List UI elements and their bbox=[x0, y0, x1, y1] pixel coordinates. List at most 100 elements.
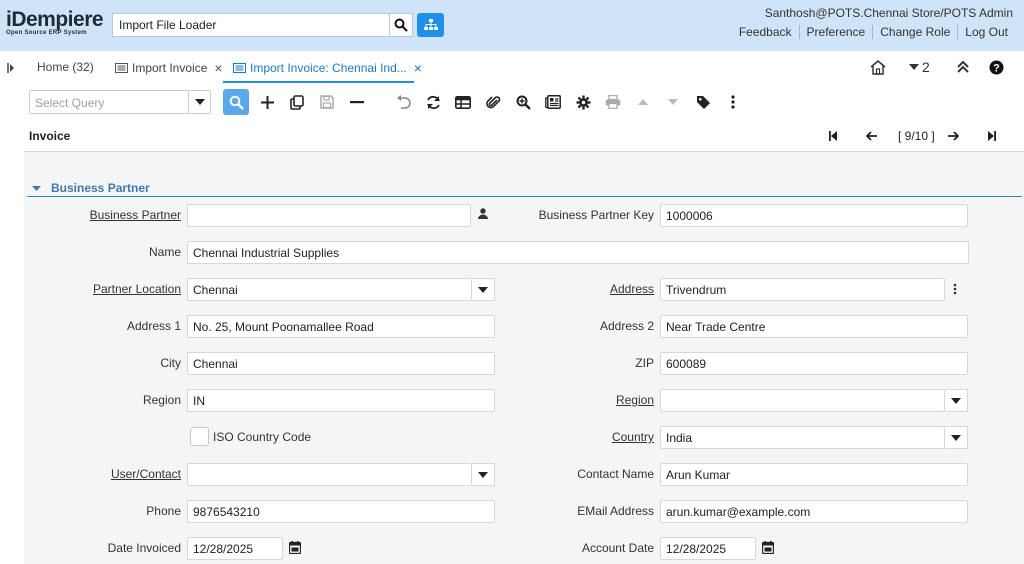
search-button[interactable] bbox=[389, 13, 413, 37]
home-button[interactable] bbox=[870, 60, 886, 78]
zip-label: ZIP bbox=[635, 356, 654, 370]
delete-record-button[interactable] bbox=[344, 89, 370, 115]
undo-icon bbox=[396, 95, 411, 109]
partner-location-dropdown[interactable] bbox=[472, 278, 495, 301]
date-invoiced-field[interactable]: 12/28/2025 bbox=[187, 537, 283, 560]
logo-text: iDempiere bbox=[6, 8, 104, 31]
print-button[interactable] bbox=[600, 89, 626, 115]
open-windows-dropdown[interactable]: 2 bbox=[909, 59, 930, 75]
plus-icon bbox=[260, 95, 274, 109]
close-icon[interactable]: × bbox=[214, 60, 222, 76]
caret-down-icon bbox=[951, 397, 961, 404]
name-field[interactable]: Chennai Industrial Supplies bbox=[187, 241, 969, 264]
home-icon bbox=[870, 60, 886, 75]
iso-country-code-checkbox[interactable] bbox=[190, 427, 209, 446]
phone-label: Phone bbox=[146, 504, 181, 518]
close-icon[interactable]: × bbox=[414, 60, 422, 76]
detail-record-button[interactable] bbox=[660, 89, 686, 115]
user-contact-field[interactable] bbox=[187, 463, 472, 486]
address-more-button[interactable] bbox=[953, 283, 957, 295]
global-search-input[interactable]: Import File Loader bbox=[112, 13, 390, 37]
window-icon bbox=[115, 63, 128, 73]
refresh-button[interactable] bbox=[420, 89, 446, 115]
calendar-icon bbox=[762, 541, 774, 554]
preference-link[interactable]: Preference bbox=[798, 25, 873, 39]
caret-up-icon bbox=[638, 99, 648, 105]
group-title: Business Partner bbox=[51, 181, 150, 195]
region-field[interactable] bbox=[660, 389, 945, 412]
search-icon bbox=[229, 95, 244, 110]
select-query-dropdown[interactable]: Select Query bbox=[29, 90, 211, 114]
account-date-label: Account Date bbox=[581, 541, 654, 555]
partner-location-field[interactable]: Chennai bbox=[187, 278, 472, 301]
email-label: EMail Address bbox=[577, 504, 654, 518]
first-record-button[interactable] bbox=[829, 130, 837, 144]
change-role-link[interactable]: Change Role bbox=[872, 25, 957, 39]
tab-import-invoice-record[interactable]: Import Invoice: Chennai Ind... × bbox=[233, 60, 422, 76]
date-invoiced-picker-button[interactable] bbox=[289, 541, 301, 554]
app-logo[interactable]: iDempiere Open Source ERP System bbox=[6, 8, 104, 37]
account-date-field[interactable]: 12/28/2025 bbox=[660, 537, 756, 560]
country-label[interactable]: Country bbox=[612, 430, 654, 444]
last-record-button[interactable] bbox=[988, 130, 996, 144]
copy-record-button[interactable] bbox=[284, 89, 310, 115]
help-button[interactable]: ? bbox=[989, 60, 1004, 78]
email-field[interactable]: arun.kumar@example.com bbox=[660, 500, 968, 523]
business-partner-label[interactable]: Business Partner bbox=[90, 208, 181, 222]
process-button[interactable] bbox=[570, 89, 596, 115]
attachment-button[interactable] bbox=[480, 89, 506, 115]
region-label[interactable]: Region bbox=[616, 393, 654, 407]
menu-tree-button[interactable] bbox=[417, 13, 444, 37]
business-partner-key-field[interactable]: 1000006 bbox=[660, 204, 968, 227]
collapse-button[interactable] bbox=[956, 60, 970, 77]
address2-field[interactable]: Near Trade Centre bbox=[660, 315, 968, 338]
table-icon bbox=[455, 95, 471, 109]
vertical-dots-icon bbox=[731, 95, 735, 109]
partner-location-label[interactable]: Partner Location bbox=[93, 282, 181, 296]
group-divider bbox=[27, 196, 1022, 197]
phone-field[interactable]: 9876543210 bbox=[187, 500, 495, 523]
parent-record-button[interactable] bbox=[630, 89, 656, 115]
contact-name-field[interactable]: Arun Kumar bbox=[660, 463, 968, 486]
name-label: Name bbox=[148, 245, 181, 259]
address1-field[interactable]: No. 25, Mount Poonamallee Road bbox=[187, 315, 495, 338]
more-actions-button[interactable] bbox=[720, 89, 746, 115]
tab-home[interactable]: Home (32) bbox=[37, 60, 94, 74]
iso-country-code-label: ISO Country Code bbox=[213, 430, 312, 444]
sidebar-toggle[interactable] bbox=[7, 62, 15, 76]
country-dropdown[interactable] bbox=[945, 426, 968, 449]
user-contact-label[interactable]: User/Contact bbox=[111, 467, 181, 481]
user-contact-dropdown[interactable] bbox=[472, 463, 495, 486]
previous-record-button[interactable] bbox=[865, 130, 877, 144]
region-text-label: Region bbox=[142, 393, 181, 407]
business-partner-field[interactable] bbox=[187, 204, 471, 227]
address2-label: Address 2 bbox=[599, 319, 654, 333]
tab-import-invoice[interactable]: Import Invoice × bbox=[115, 60, 223, 76]
zip-field[interactable]: 600089 bbox=[660, 352, 968, 375]
save-button[interactable] bbox=[314, 89, 340, 115]
label-tag-button[interactable] bbox=[690, 89, 716, 115]
business-partner-lookup-button[interactable] bbox=[478, 208, 488, 219]
last-icon bbox=[988, 131, 996, 141]
country-field[interactable]: India bbox=[660, 426, 945, 449]
group-business-partner[interactable]: Business Partner bbox=[32, 181, 150, 195]
feedback-link[interactable]: Feedback bbox=[732, 25, 799, 39]
account-date-picker-button[interactable] bbox=[762, 541, 774, 554]
address-label[interactable]: Address bbox=[610, 282, 654, 296]
find-button[interactable] bbox=[223, 89, 249, 115]
date-invoiced-label: Date Invoiced bbox=[107, 541, 181, 555]
new-record-button[interactable] bbox=[254, 89, 280, 115]
tab-active-label: Import Invoice: Chennai Ind... bbox=[250, 61, 407, 75]
grid-toggle-button[interactable] bbox=[450, 89, 476, 115]
address-field[interactable]: Trivendrum bbox=[660, 278, 945, 301]
dropdown-button[interactable] bbox=[188, 91, 210, 113]
next-record-button[interactable] bbox=[948, 130, 960, 144]
undo-button[interactable] bbox=[390, 89, 416, 115]
region-text-field[interactable]: IN bbox=[187, 389, 495, 412]
zoom-across-button[interactable] bbox=[510, 89, 536, 115]
report-button[interactable] bbox=[540, 89, 566, 115]
collapse-sidebar-icon bbox=[7, 63, 14, 73]
region-dropdown[interactable] bbox=[945, 389, 968, 412]
city-field[interactable]: Chennai bbox=[187, 352, 495, 375]
logout-link[interactable]: Log Out bbox=[957, 25, 1015, 39]
